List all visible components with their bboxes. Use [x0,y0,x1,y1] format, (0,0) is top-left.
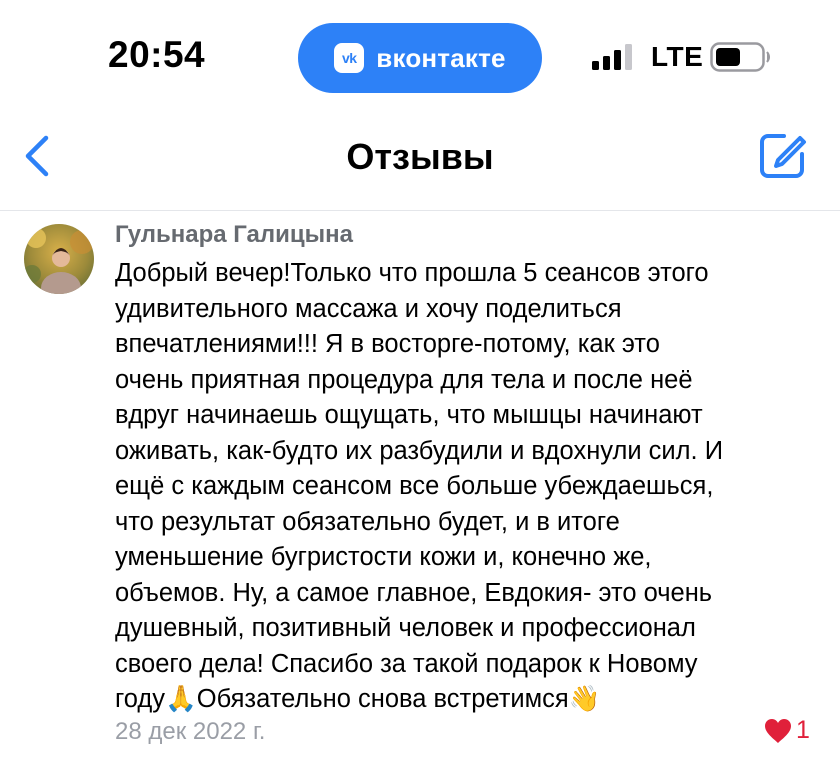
screen: 20:54 vk вконтакте LTE Отзывы Гульнара Г… [0,0,840,768]
page-title: Отзывы [346,136,494,177]
header-divider [0,210,840,211]
network-type: LTE [651,41,704,72]
author-avatar[interactable] [24,224,94,294]
battery-icon [710,42,770,72]
compose-icon[interactable] [756,130,808,182]
like-button[interactable]: 1 [764,716,810,745]
app-badge[interactable]: vk вконтакте [298,23,542,93]
vk-logo-icon: vk [334,43,365,73]
review-text: Добрый вечер!Только что прошла 5 сеансов… [115,259,724,713]
status-time: 20:54 [108,34,206,75]
heart-icon [765,718,791,743]
review-date: 28 дек 2022 г. [115,718,266,745]
app-badge-label: вконтакте [376,42,506,73]
review-author[interactable]: Гульнара Галицына [115,221,353,249]
cellular-signal-icon [592,44,632,70]
like-count: 1 [796,716,810,744]
